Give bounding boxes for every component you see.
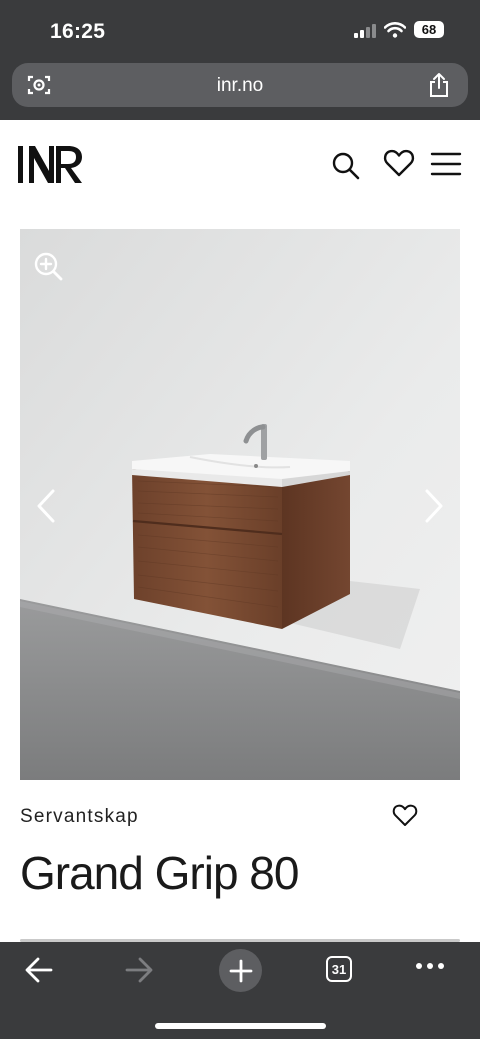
forward-icon[interactable] [124, 956, 154, 984]
status-icons: 68 [354, 21, 444, 38]
back-icon[interactable] [24, 956, 54, 984]
status-time: 16:25 [50, 20, 106, 43]
plus-icon [229, 959, 252, 982]
menu-icon[interactable] [430, 152, 462, 176]
url-text[interactable]: inr.no [12, 75, 468, 97]
product-photo [20, 229, 460, 780]
product-image[interactable] [20, 229, 460, 780]
address-bar[interactable]: inr.no [12, 63, 468, 107]
signal-icon [354, 22, 376, 38]
product-category[interactable]: Servantskap [20, 806, 139, 828]
search-icon[interactable] [331, 151, 361, 181]
chevron-right-icon[interactable] [423, 488, 445, 524]
product-title: Grand Grip 80 [20, 847, 299, 899]
battery-indicator: 68 [414, 21, 444, 38]
new-tab-button[interactable] [219, 949, 262, 992]
wifi-icon [384, 21, 406, 38]
home-indicator [155, 1023, 326, 1029]
share-icon[interactable] [428, 72, 450, 98]
heart-icon[interactable] [383, 148, 415, 178]
more-icon[interactable] [416, 963, 444, 969]
tabs-icon[interactable]: 31 [326, 956, 352, 982]
browser-chrome-top: 16:25 68 inr.no [0, 0, 480, 120]
chevron-left-icon[interactable] [35, 488, 57, 524]
site-logo[interactable] [18, 146, 84, 184]
favorite-heart-icon[interactable] [392, 803, 418, 827]
zoom-in-icon[interactable] [34, 252, 64, 282]
